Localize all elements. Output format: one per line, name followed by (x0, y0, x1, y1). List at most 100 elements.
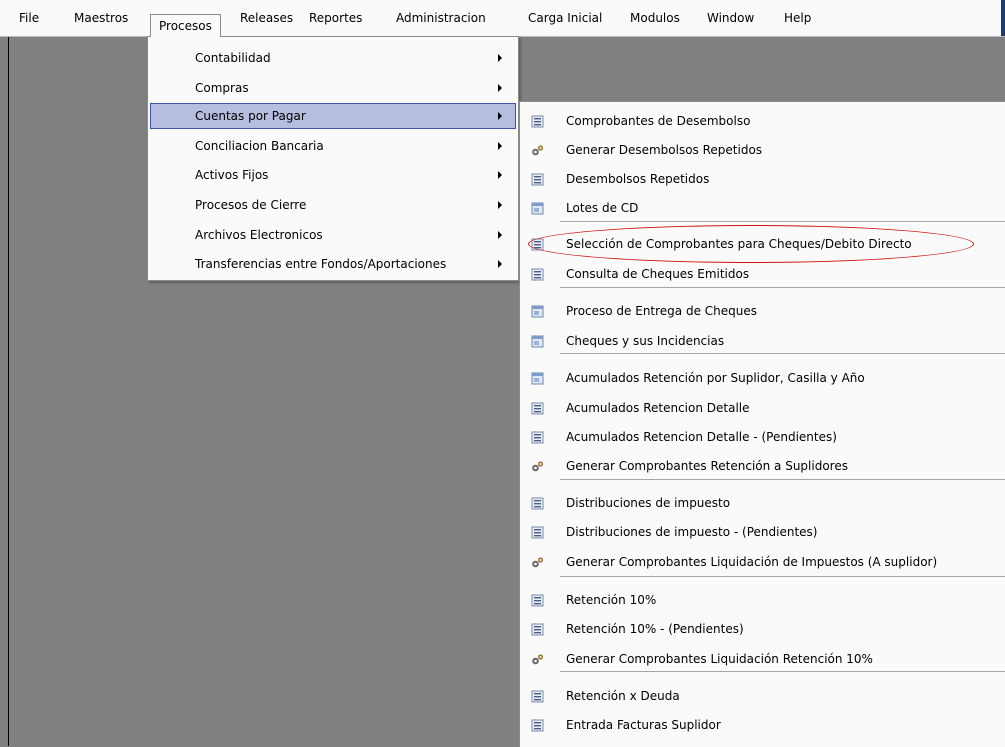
menu-item-label: Compras (195, 81, 249, 95)
procesos-item-activos-fijos[interactable]: Activos Fijos (150, 162, 516, 188)
list-icon (531, 238, 544, 251)
submenu-item[interactable]: Retención x Deuda (520, 682, 1005, 711)
submenu-item[interactable]: Selección de Comprobantes para Cheques/D… (520, 230, 1005, 259)
submenu-item[interactable]: Distribuciones de impuesto (520, 489, 1005, 518)
menu-separator (560, 221, 1005, 222)
submenu-item[interactable]: Comprobantes de Desembolso (520, 107, 1005, 136)
list-icon (531, 173, 544, 186)
menu-separator (560, 479, 1005, 480)
cuentas-por-pagar-submenu: Comprobantes de Desembolso Generar Desemb… (519, 101, 1005, 747)
menu-maestros[interactable]: Maestros (74, 0, 128, 36)
menu-item-label: Activos Fijos (195, 168, 269, 182)
menu-item-label: Archivos Electronicos (195, 228, 323, 242)
list-icon (531, 431, 544, 444)
list-icon (531, 526, 544, 539)
submenu-item-label: Distribuciones de impuesto (566, 496, 731, 510)
list-icon (531, 623, 544, 636)
submenu-item-label: Proceso de Entrega de Cheques (566, 304, 758, 318)
submenu-item[interactable]: Generar Comprobantes Liquidación de Impu… (520, 548, 1005, 577)
submenu-item[interactable]: Generar Comprobantes Liquidación Retenci… (520, 645, 1005, 674)
submenu-arrow-icon (498, 231, 502, 239)
submenu-item[interactable]: Lotes de CD (520, 194, 1005, 223)
submenu-item[interactable]: Desembolsos Repetidos (520, 165, 1005, 194)
list-icon (531, 594, 544, 607)
procesos-item-contabilidad[interactable]: Contabilidad (150, 45, 516, 71)
submenu-item[interactable]: Acumulados Retencion Detalle - (Pendient… (520, 423, 1005, 452)
window-icon (531, 202, 544, 215)
submenu-item[interactable]: Acumulados Retencion Detalle (520, 394, 1005, 423)
submenu-item-label: Desembolsos Repetidos (566, 172, 710, 186)
menu-reportes[interactable]: Reportes (309, 0, 362, 36)
submenu-arrow-icon (498, 260, 502, 268)
gears-icon (531, 556, 544, 569)
procesos-item-compras[interactable]: Compras (150, 75, 516, 101)
procesos-item-archivos-electronicos[interactable]: Archivos Electronicos (150, 222, 516, 248)
submenu-item[interactable]: Acumulados Retención por Suplidor, Casil… (520, 364, 1005, 393)
gears-icon (531, 144, 544, 157)
list-icon (531, 402, 544, 415)
submenu-item-label: Entrada Facturas Suplidor (566, 718, 721, 732)
submenu-item[interactable]: Cheques y sus Incidencias (520, 327, 1005, 356)
gears-icon (531, 653, 544, 666)
submenu-item-label: Distribuciones de impuesto - (Pendientes… (566, 525, 818, 539)
menu-item-label: Transferencias entre Fondos/Aportaciones (195, 257, 447, 271)
procesos-dropdown: Contabilidad Compras Cuentas por Pagar C… (147, 36, 519, 281)
submenu-arrow-icon (498, 84, 502, 92)
window-icon (531, 372, 544, 385)
menu-item-label: Cuentas por Pagar (195, 109, 306, 123)
submenu-item-label: Acumulados Retencion Detalle (566, 401, 750, 415)
submenu-item-label: Generar Comprobantes Retención a Suplido… (566, 459, 848, 473)
menu-help[interactable]: Help (784, 0, 811, 36)
submenu-item-label: Generar Desembolsos Repetidos (566, 143, 763, 157)
submenu-arrow-icon (498, 112, 502, 120)
list-icon (531, 690, 544, 703)
menu-window[interactable]: Window (707, 0, 754, 36)
submenu-arrow-icon (498, 142, 502, 150)
menu-administracion[interactable]: Administracion (396, 0, 486, 36)
menu-procesos[interactable]: Procesos (150, 14, 221, 37)
submenu-item-label: Acumulados Retención por Suplidor, Casil… (566, 371, 865, 385)
submenu-arrow-icon (498, 201, 502, 209)
submenu-item[interactable]: Retención 10% (520, 586, 1005, 615)
submenu-item-label: Acumulados Retencion Detalle - (Pendient… (566, 430, 837, 444)
submenu-arrow-icon (498, 171, 502, 179)
submenu-item-label: Generar Comprobantes Liquidación Retenci… (566, 652, 873, 666)
submenu-arrow-icon (498, 54, 502, 62)
list-icon (531, 115, 544, 128)
menu-item-label: Contabilidad (195, 51, 271, 65)
submenu-item-label: Retención x Deuda (566, 689, 680, 703)
procesos-item-procesos-de-cierre[interactable]: Procesos de Cierre (150, 192, 516, 218)
submenu-item-label: Lotes de CD (566, 201, 639, 215)
menu-bar: File Maestros Procesos Releases Reportes… (0, 0, 1005, 37)
menu-separator (560, 287, 1005, 288)
menu-carga-inicial[interactable]: Carga Inicial (528, 0, 602, 36)
submenu-item-label: Cheques y sus Incidencias (566, 334, 725, 348)
menu-releases[interactable]: Releases (240, 0, 293, 36)
menu-item-label: Conciliacion Bancaria (195, 139, 324, 153)
list-icon (531, 719, 544, 732)
list-icon (531, 268, 544, 281)
menu-modulos[interactable]: Modulos (630, 0, 680, 36)
menu-file[interactable]: File (19, 0, 39, 36)
submenu-item[interactable]: Distribuciones de impuesto - (Pendientes… (520, 518, 1005, 547)
submenu-item-label: Consulta de Cheques Emitidos (566, 267, 750, 281)
submenu-item[interactable]: Proceso de Entrega de Cheques (520, 297, 1005, 326)
submenu-item-label: Retención 10% (566, 593, 657, 607)
submenu-item-label: Comprobantes de Desembolso (566, 114, 751, 128)
submenu-item-label: Retención 10% - (Pendientes) (566, 622, 744, 636)
menu-separator (560, 671, 1005, 672)
submenu-item-label: Selección de Comprobantes para Cheques/D… (566, 237, 912, 251)
submenu-item[interactable]: Entrada Facturas Suplidor (520, 711, 1005, 740)
procesos-item-transferencias[interactable]: Transferencias entre Fondos/Aportaciones (150, 251, 516, 277)
procesos-item-conciliacion-bancaria[interactable]: Conciliacion Bancaria (150, 133, 516, 159)
list-icon (531, 497, 544, 510)
menu-separator (560, 353, 1005, 354)
procesos-item-cuentas-por-pagar[interactable]: Cuentas por Pagar (150, 103, 516, 129)
submenu-item[interactable]: Generar Desembolsos Repetidos (520, 136, 1005, 165)
menu-item-label: Procesos de Cierre (195, 198, 307, 212)
window-icon (531, 335, 544, 348)
submenu-item[interactable]: Retención 10% - (Pendientes) (520, 615, 1005, 644)
submenu-item[interactable]: Consulta de Cheques Emitidos (520, 260, 1005, 289)
submenu-item[interactable]: Generar Comprobantes Retención a Suplido… (520, 452, 1005, 481)
submenu-item-label: Generar Comprobantes Liquidación de Impu… (566, 555, 938, 569)
